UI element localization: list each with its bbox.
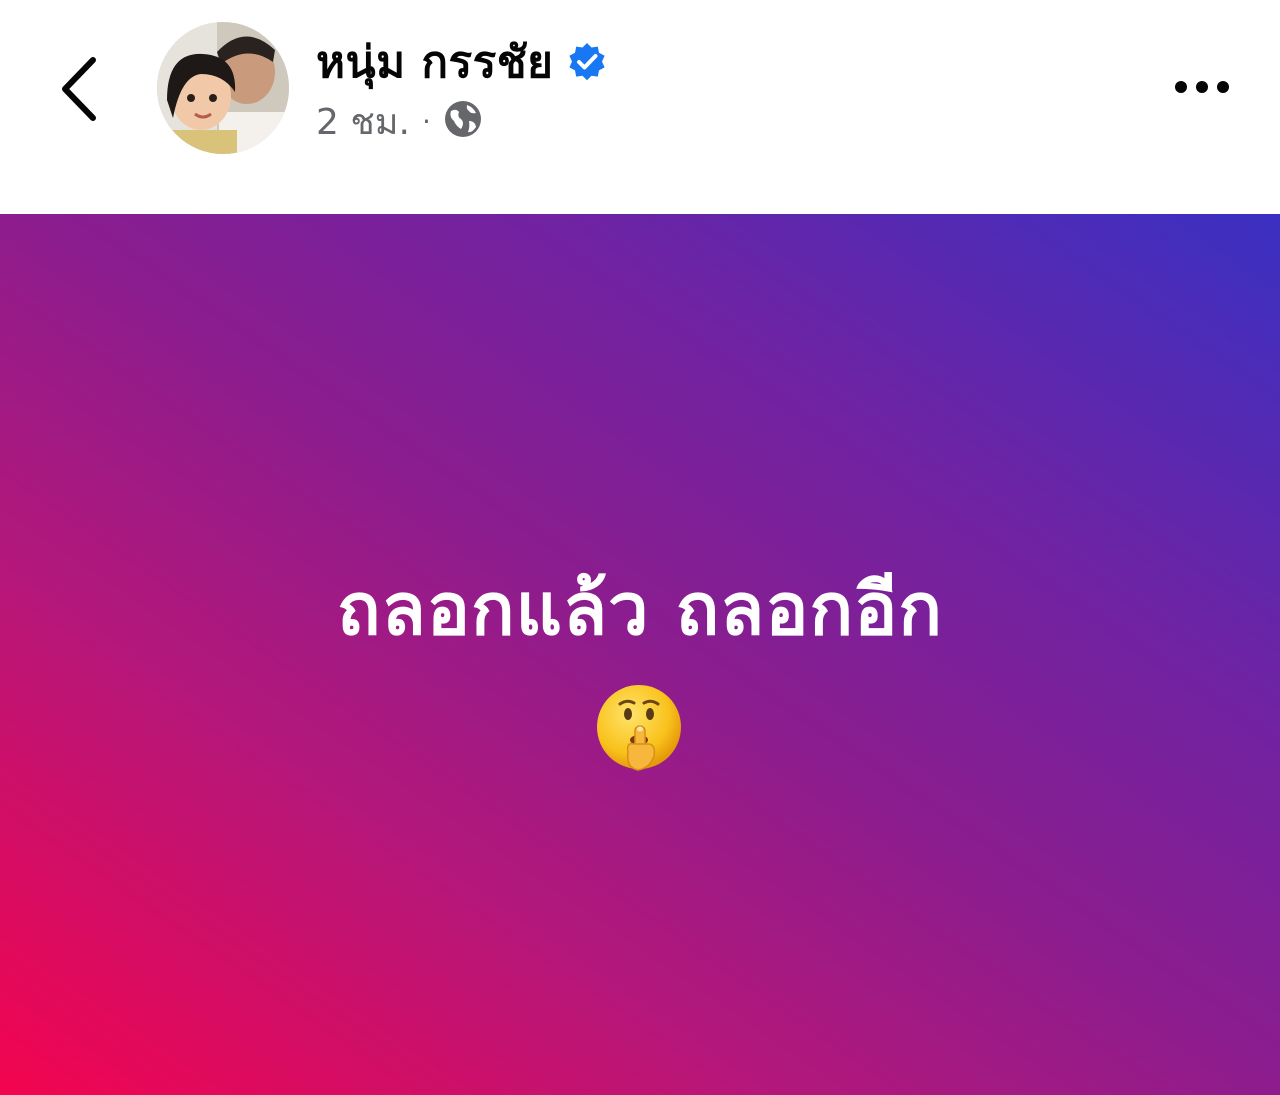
more-dot <box>1175 81 1187 93</box>
more-dot <box>1196 81 1208 93</box>
shushing-face-emoji <box>597 685 681 771</box>
back-button[interactable] <box>44 44 114 134</box>
more-options-button[interactable] <box>1160 62 1244 112</box>
post-header: หนุ่ม กรรชัย 2 ชม. · <box>0 0 1280 214</box>
author-avatar[interactable] <box>157 22 289 154</box>
more-dot <box>1217 81 1229 93</box>
post-time[interactable]: 2 ชม. <box>316 93 410 150</box>
author-name[interactable]: หนุ่ม กรรชัย <box>316 27 553 97</box>
verified-badge-icon <box>567 42 607 82</box>
post-background: ถลอกแล้ว ถลอกอีก <box>0 214 1280 1095</box>
meta-separator: · <box>421 104 431 138</box>
post-text: ถลอกแล้ว ถลอกอีก <box>337 567 943 651</box>
globe-icon <box>443 99 483 143</box>
chevron-left-icon <box>62 57 96 121</box>
